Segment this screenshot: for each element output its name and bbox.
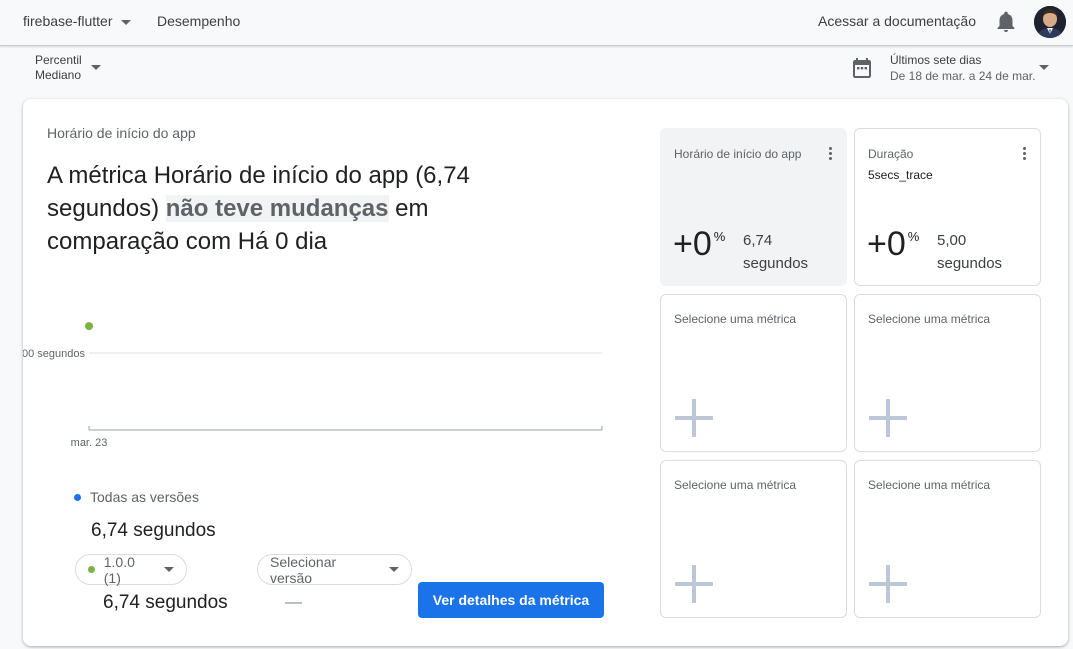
top-app-bar: firebase-flutter Desempenho Acessar a do… [0,0,1073,46]
legend-label: Todas as versões [90,489,199,505]
tile-title: Selecione uma métrica [868,312,991,326]
tile-change: +0% [673,225,725,264]
add-icon [675,399,713,437]
metric-headline: A métrica Horário de início do app (6,74… [47,159,567,258]
more-vert-icon[interactable] [1021,147,1027,163]
card-subtitle: Horário de início do app [47,125,196,141]
chevron-down-icon [121,20,132,25]
tile-title: Selecione uma métrica [868,478,991,492]
tile-value: 5,00 segundos [937,232,1003,272]
date-range-dates: De 18 de mar. a 24 de mar. [890,69,1036,83]
calendar-icon [852,57,872,79]
tile-subtitle: 5secs_trace [868,168,933,182]
legend-all-versions: Todas as versões [74,489,199,505]
data-point [85,322,93,331]
project-selector[interactable]: firebase-flutter [23,13,132,29]
tile-change: +0% [867,225,919,264]
chevron-down-icon [91,65,101,70]
chevron-down-icon [1039,65,1049,70]
add-icon [869,399,907,437]
add-icon [869,565,907,603]
metric-chart: 5,00 segundos mar. 23 [23,289,623,459]
view-metric-details-button[interactable]: Ver detalhes da métrica [418,582,604,618]
tile-change-value: +0 [673,225,712,263]
legend-dot [74,493,81,501]
user-avatar[interactable] [1034,6,1066,38]
tile-change-value: +0 [867,225,906,263]
empty-metric-tile[interactable]: Selecione uma métrica [854,460,1041,618]
empty-metric-tile[interactable]: Selecione uma métrica [660,294,847,452]
x-tick-label: mar. 23 [71,437,108,449]
version-chip-label: 1.0.0 (1) [103,553,135,586]
date-range-selector[interactable]: Últimos sete dias De 18 de mar. a 24 de … [852,53,1052,85]
metric-tile-duration[interactable]: Duração 5secs_trace +0% 5,00 segundos [854,128,1041,286]
chevron-down-icon [389,567,399,572]
version-chip[interactable]: 1.0.0 (1) [75,553,187,586]
select-version-chip[interactable]: Selecionar versão [257,553,412,586]
percentile-value: Mediano [35,68,82,82]
docs-link[interactable]: Acessar a documentação [818,13,976,29]
empty-metric-tile[interactable]: Selecione uma métrica [660,460,847,618]
headline-highlight: não teve mudanças [165,195,389,222]
tile-title: Horário de início do app [674,147,802,161]
empty-metric-tile[interactable]: Selecione uma métrica [854,294,1041,452]
tile-value: 6,74 segundos [743,232,809,272]
version-dot [88,566,95,573]
all-versions-value: 6,74 segundos [91,520,216,541]
add-icon [675,565,713,603]
section-title: Desempenho [157,13,241,29]
chevron-down-icon [164,567,174,572]
notifications-icon[interactable] [996,11,1016,33]
version-value: 6,74 segundos [103,592,228,613]
y-tick-label: 5,00 segundos [23,348,85,360]
metric-summary-card: Horário de início do app A métrica Horár… [23,99,1068,646]
tile-change-unit: % [713,229,726,244]
tile-title: Selecione uma métrica [674,312,797,326]
date-range-title: Últimos sete dias [890,53,982,67]
more-vert-icon[interactable] [827,147,833,163]
project-name: firebase-flutter [23,13,113,29]
empty-version-dash [285,602,302,604]
tile-title: Duração [868,147,914,161]
percentile-label: Percentil [35,53,82,67]
tile-title: Selecione uma métrica [674,478,797,492]
tile-change-unit: % [907,229,920,244]
chart-svg: 5,00 segundos mar. 23 [23,322,603,449]
select-version-label: Selecionar versão [270,553,337,586]
percentile-selector[interactable]: Percentil Mediano [35,53,101,83]
metric-tile-app-start[interactable]: Horário de início do app +0% 6,74 segund… [660,128,847,286]
